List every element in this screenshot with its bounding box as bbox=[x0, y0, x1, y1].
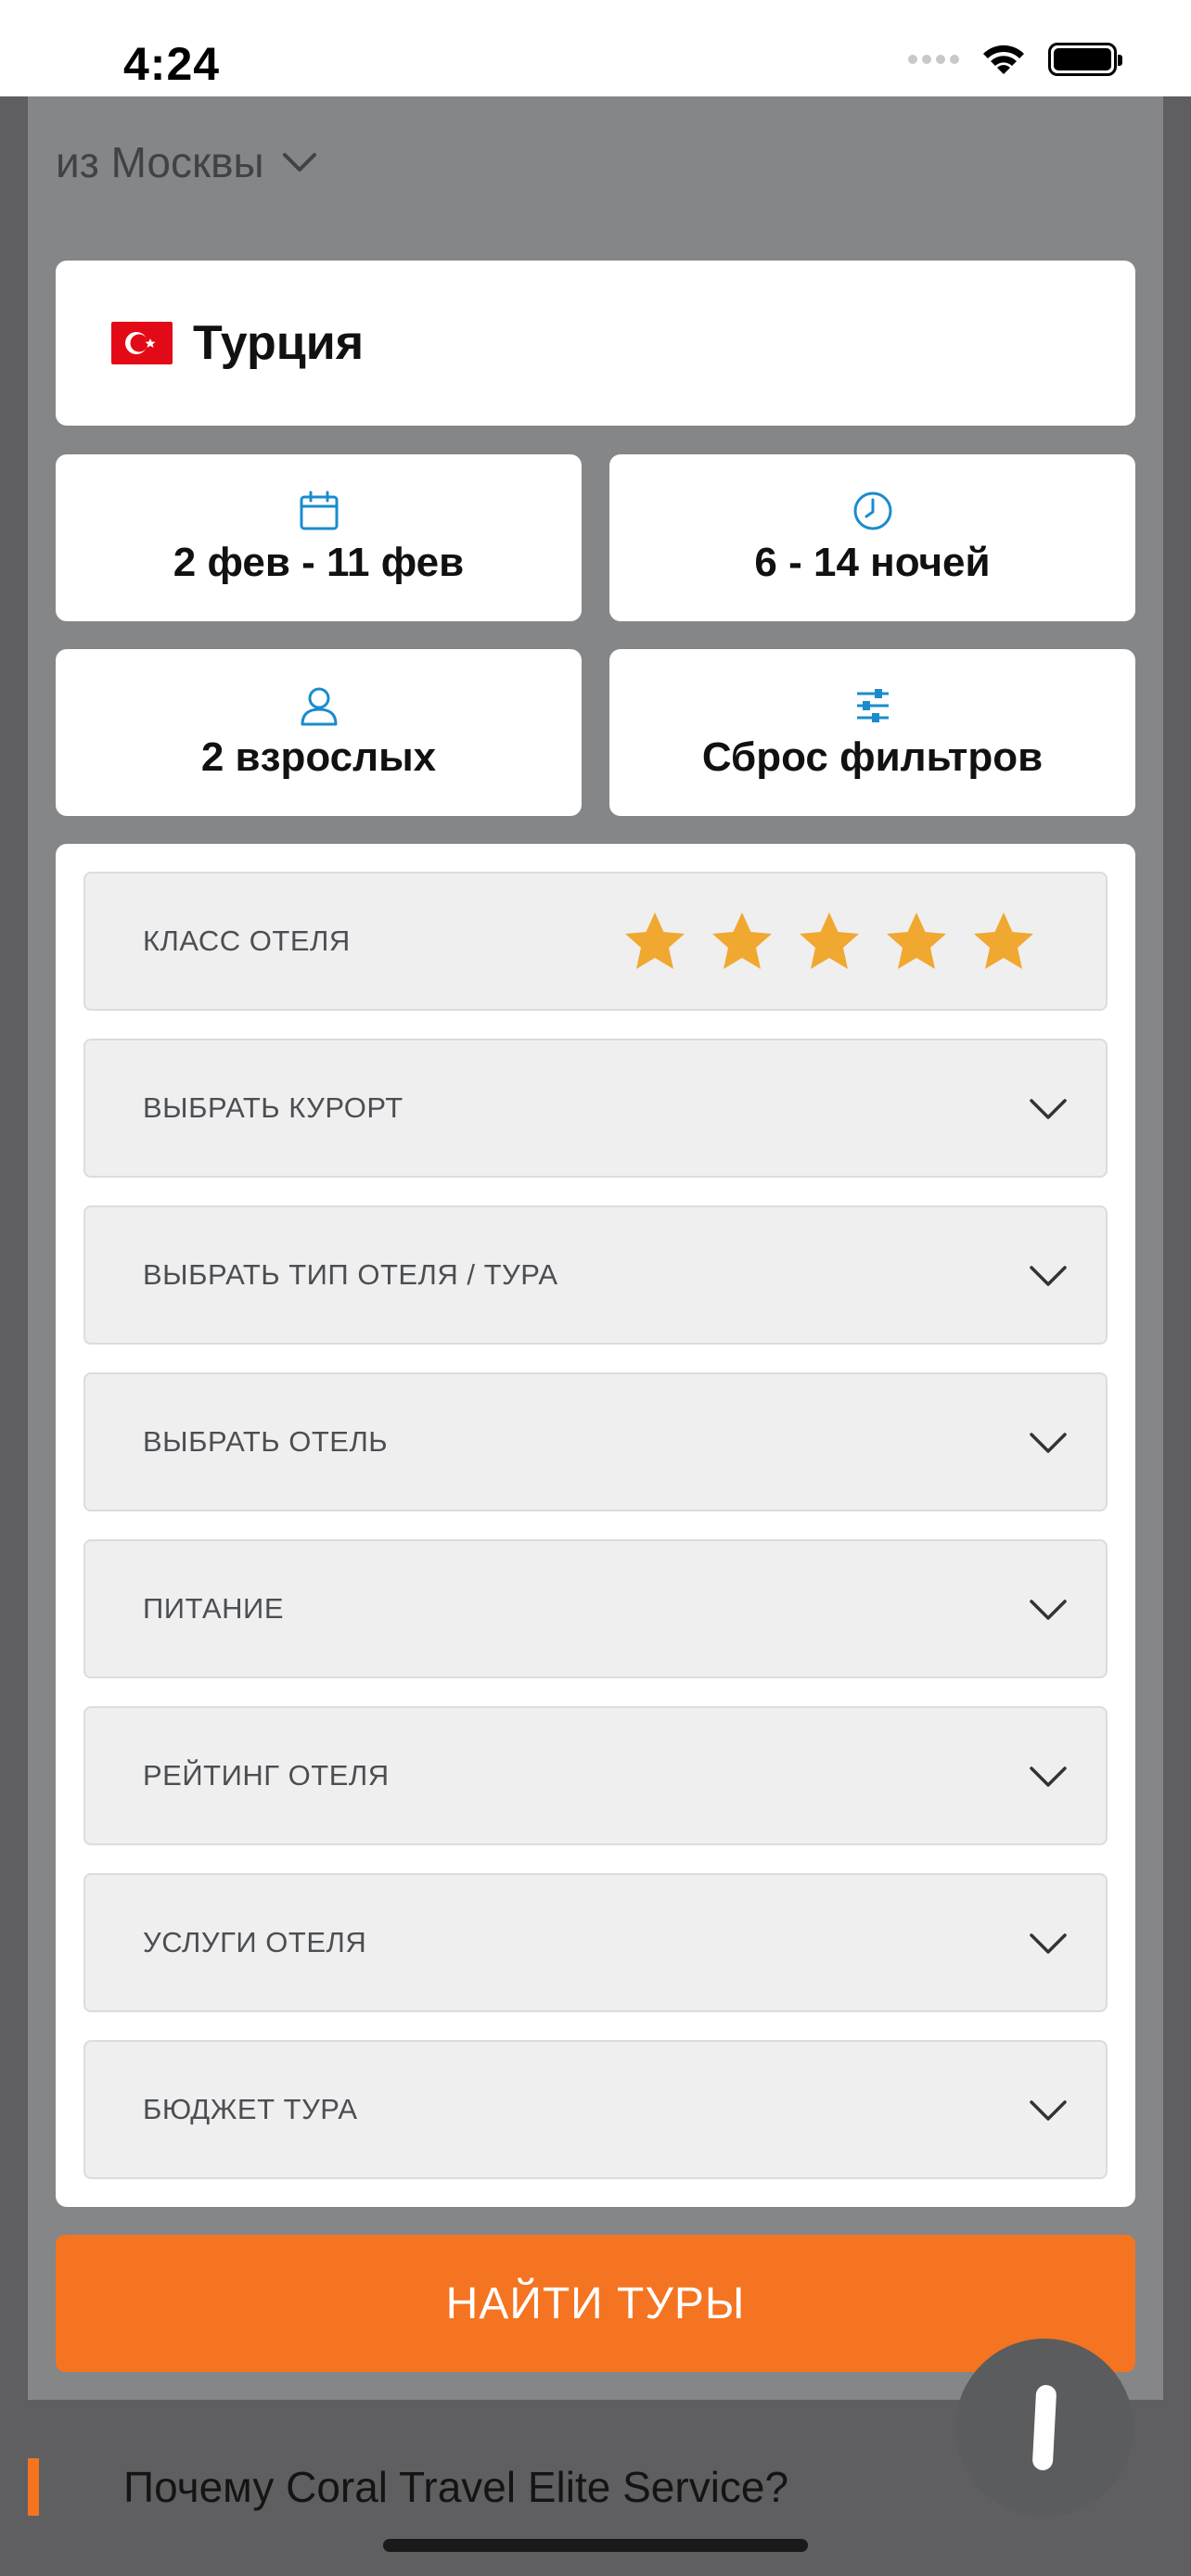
reset-filters-button[interactable]: Сброс фильтров bbox=[609, 649, 1135, 816]
hotel-services-dropdown[interactable]: УСЛУГИ ОТЕЛЯ bbox=[83, 1873, 1108, 2012]
status-bar: 4:24 bbox=[0, 0, 1191, 96]
star-icon[interactable] bbox=[798, 911, 861, 972]
find-tours-button[interactable]: НАЙТИ ТУРЫ bbox=[56, 2235, 1135, 2372]
dates-label: 2 фев - 11 фев bbox=[173, 540, 465, 585]
hotel-services-dropdown-label: УСЛУГИ ОТЕЛЯ bbox=[143, 1926, 367, 1958]
nights-selector[interactable]: 6 - 14 ночей bbox=[609, 454, 1135, 621]
nights-label: 6 - 14 ночей bbox=[754, 540, 991, 585]
promo-link[interactable]: Почему Coral Travel Elite Service? bbox=[123, 2462, 788, 2512]
battery-icon bbox=[1048, 43, 1122, 76]
hotel-class-stars bbox=[623, 911, 1035, 972]
cellular-signal-icon bbox=[908, 55, 959, 64]
origin-city-selector[interactable]: из Москвы bbox=[56, 137, 318, 187]
sliders-icon bbox=[856, 689, 889, 722]
hotel-rating-dropdown-label: РЕЙТИНГ ОТЕЛЯ bbox=[143, 1759, 390, 1792]
chevron-down-icon bbox=[282, 153, 316, 172]
destination-country-card[interactable]: Турция bbox=[56, 261, 1135, 426]
turkey-flag-icon bbox=[111, 322, 173, 364]
user-icon bbox=[301, 687, 337, 726]
filters-card: КЛАСС ОТЕЛЯ ВЫБРАТЬ КУРОРТ ВЫБРАТЬ ТИП О… bbox=[56, 844, 1135, 2207]
chevron-down-icon bbox=[1030, 1933, 1067, 1954]
star-icon[interactable] bbox=[623, 911, 686, 972]
status-icons bbox=[908, 41, 1122, 78]
meals-dropdown[interactable]: ПИТАНИЕ bbox=[83, 1539, 1108, 1678]
meals-dropdown-label: ПИТАНИЕ bbox=[143, 1592, 284, 1625]
star-icon[interactable] bbox=[885, 911, 948, 972]
chevron-down-icon bbox=[1030, 1766, 1067, 1787]
chat-logo-icon bbox=[1031, 2384, 1057, 2471]
resort-dropdown-label: ВЫБРАТЬ КУРОРТ bbox=[143, 1091, 403, 1124]
hotel-class-row: КЛАСС ОТЕЛЯ bbox=[83, 872, 1108, 1011]
travelers-label: 2 взрослых bbox=[200, 734, 437, 780]
chevron-down-icon bbox=[1030, 1600, 1067, 1620]
travelers-selector[interactable]: 2 взрослых bbox=[56, 649, 582, 816]
status-time: 4:24 bbox=[123, 38, 221, 90]
dates-selector[interactable]: 2 фев - 11 фев bbox=[56, 454, 582, 621]
chevron-down-icon bbox=[1030, 1433, 1067, 1453]
star-icon[interactable] bbox=[972, 911, 1035, 972]
chevron-down-icon bbox=[1030, 2100, 1067, 2121]
resort-dropdown[interactable]: ВЫБРАТЬ КУРОРТ bbox=[83, 1039, 1108, 1178]
tour-budget-dropdown-label: БЮДЖЕТ ТУРА bbox=[143, 2093, 358, 2125]
clock-icon bbox=[853, 491, 891, 530]
chevron-down-icon bbox=[1030, 1099, 1067, 1119]
destination-country-name: Турция bbox=[193, 316, 365, 370]
hotel-rating-dropdown[interactable]: РЕЙТИНГ ОТЕЛЯ bbox=[83, 1706, 1108, 1845]
origin-city-label: из Москвы bbox=[56, 138, 264, 186]
hotel-dropdown-label: ВЫБРАТЬ ОТЕЛЬ bbox=[143, 1425, 389, 1458]
star-icon[interactable] bbox=[711, 911, 774, 972]
wifi-icon bbox=[983, 45, 1024, 74]
chat-fab-button[interactable] bbox=[955, 2339, 1133, 2517]
home-indicator bbox=[383, 2539, 808, 2552]
hotel-dropdown[interactable]: ВЫБРАТЬ ОТЕЛЬ bbox=[83, 1372, 1108, 1511]
calendar-icon bbox=[300, 491, 338, 530]
hotel-type-dropdown[interactable]: ВЫБРАТЬ ТИП ОТЕЛЯ / ТУРА bbox=[83, 1205, 1108, 1345]
hotel-type-dropdown-label: ВЫБРАТЬ ТИП ОТЕЛЯ / ТУРА bbox=[143, 1258, 558, 1291]
chevron-down-icon bbox=[1030, 1266, 1067, 1286]
reset-filters-label: Сброс фильтров bbox=[701, 734, 1044, 780]
hotel-class-label: КЛАСС ОТЕЛЯ bbox=[143, 925, 351, 957]
tour-budget-dropdown[interactable]: БЮДЖЕТ ТУРА bbox=[83, 2040, 1108, 2179]
promo-accent-bar bbox=[28, 2458, 39, 2516]
